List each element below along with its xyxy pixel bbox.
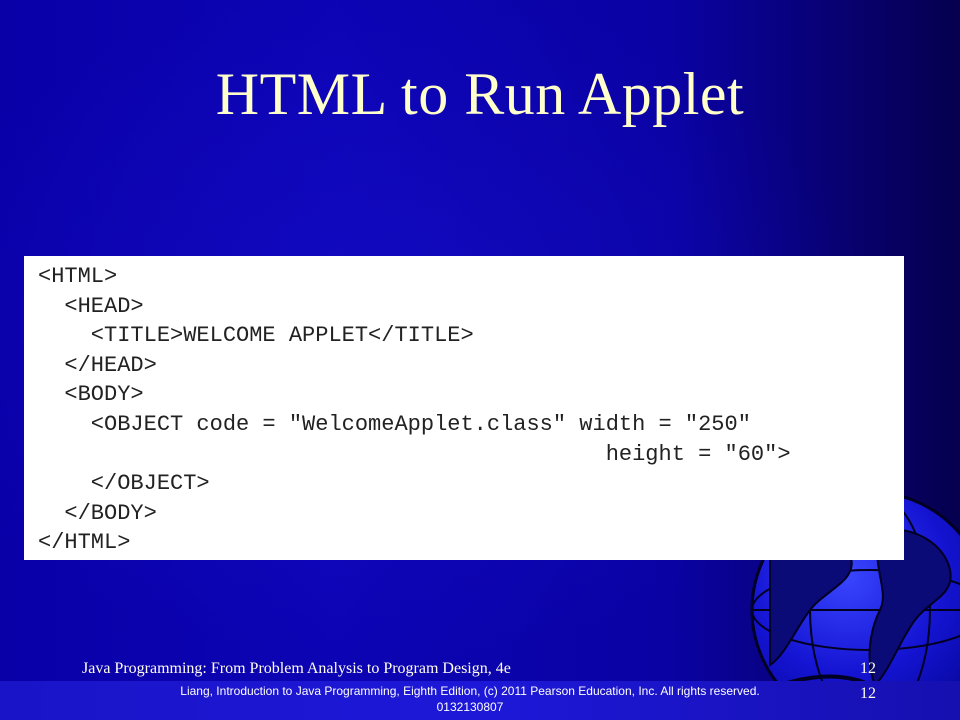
code-panel: <HTML> <HEAD> <TITLE>WELCOME APPLET</TIT… [24,256,904,560]
slide: HTML to Run Applet <HTML> <HEAD> <TITLE>… [0,0,960,720]
footer-copyright: Liang, Introduction to Java Programming,… [180,684,760,714]
code-line: </HEAD> [38,352,157,378]
code-line: </OBJECT> [38,471,210,497]
code-line: <TITLE>WELCOME APPLET</TITLE> [38,323,474,349]
code-line: height = "60"> [38,441,791,467]
code-line: <BODY> [38,382,144,408]
page-number: 12 [860,660,876,677]
page-number: 12 [860,685,876,702]
code-line: <HTML> [38,264,118,289]
footer-book-title: Java Programming: From Problem Analysis … [82,660,511,677]
code-line: <HEAD> [38,293,144,319]
code-line: </HTML> [38,530,131,556]
code-line: <OBJECT code = "WelcomeApplet.class" wid… [38,411,751,437]
code-line: </BODY> [38,500,157,526]
slide-title: HTML to Run Applet [215,61,745,127]
